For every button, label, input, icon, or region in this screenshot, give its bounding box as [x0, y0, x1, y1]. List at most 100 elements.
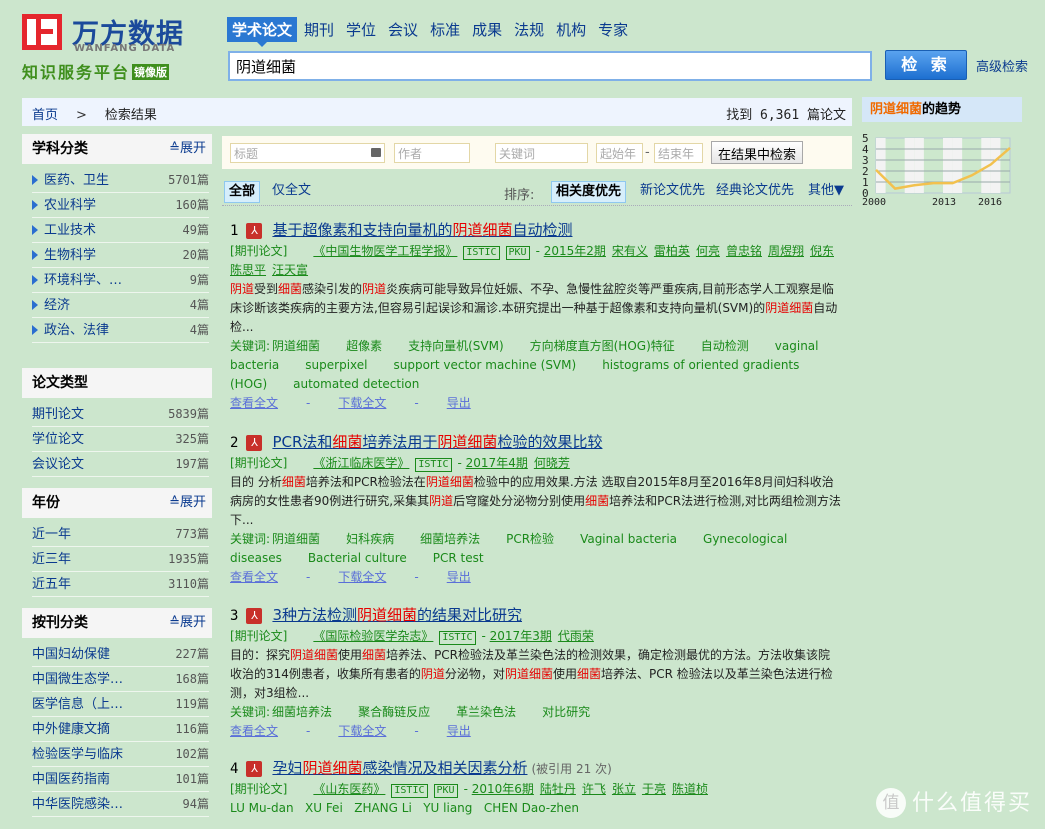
- nav-tab[interactable]: 专家: [593, 17, 633, 42]
- author-link[interactable]: 倪东: [810, 244, 834, 258]
- author-link[interactable]: 何晓芳: [534, 456, 570, 470]
- view-fulltext-link[interactable]: 查看全文: [230, 396, 278, 410]
- facet-item-label[interactable]: 学位论文: [32, 432, 84, 447]
- pdf-icon[interactable]: ⅄: [246, 435, 263, 451]
- facet-item[interactable]: 检验医学与临床 102篇: [32, 742, 209, 767]
- facet-item[interactable]: 近五年 3110篇: [32, 572, 209, 597]
- facet-item-label[interactable]: 近一年: [32, 527, 71, 542]
- keyword-filter-input[interactable]: 关键词: [495, 143, 588, 163]
- sort-newest[interactable]: 新论文优先: [636, 181, 709, 203]
- trend-chart[interactable]: 0123452000 2013 2016: [862, 124, 1022, 214]
- author-link[interactable]: 周煜翔: [768, 244, 804, 258]
- facet-item[interactable]: 近三年 1935篇: [32, 547, 209, 572]
- facet-item-label[interactable]: 近五年: [32, 577, 71, 592]
- keyword[interactable]: PCR test: [433, 551, 484, 565]
- facet-item[interactable]: 中国微生态学… 168篇: [32, 667, 209, 692]
- keyword[interactable]: Bacterial culture: [308, 551, 407, 565]
- nav-tab[interactable]: 标准: [425, 17, 465, 42]
- author-link[interactable]: 许飞: [582, 782, 606, 796]
- keyword[interactable]: 细菌培养法: [272, 705, 332, 719]
- search-button[interactable]: 检 索: [885, 50, 967, 80]
- expand-journal-button[interactable]: ≙展开: [169, 608, 206, 638]
- author-link[interactable]: 陈思平: [230, 263, 266, 277]
- journal-link[interactable]: 《中国生物医学工程学报》: [313, 244, 457, 258]
- download-fulltext-link[interactable]: 下载全文: [338, 396, 386, 410]
- facet-item-label[interactable]: 期刊论文: [32, 407, 84, 422]
- facet-item-label[interactable]: 医学信息（上…: [32, 697, 123, 712]
- facet-item[interactable]: 近一年 773篇: [32, 522, 209, 547]
- facet-item-label[interactable]: 检验医学与临床: [32, 747, 123, 762]
- facet-item-label[interactable]: 中华医院感染…: [32, 797, 123, 812]
- keyword[interactable]: 超像素: [346, 339, 382, 353]
- sort-relevance[interactable]: 相关度优先: [551, 181, 627, 203]
- keyword[interactable]: 对比研究: [542, 705, 590, 719]
- sort-other-dropdown[interactable]: 其他▼: [804, 181, 848, 203]
- keyword[interactable]: 妇科疾病: [346, 532, 394, 546]
- keyword[interactable]: superpixel: [305, 358, 367, 372]
- facet-item[interactable]: 环境科学、… 9篇: [32, 268, 209, 293]
- expand-subject-button[interactable]: ≙展开: [169, 134, 206, 164]
- facet-item-label[interactable]: 生物科学: [44, 248, 96, 263]
- download-fulltext-link[interactable]: 下载全文: [338, 724, 386, 738]
- keyword[interactable]: 方向梯度直方图(HOG)特征: [530, 339, 675, 353]
- tab-fulltext-only[interactable]: 仅全文: [268, 181, 315, 203]
- result-title-link[interactable]: 孕妇阴道细菌感染情况及相关因素分析: [272, 759, 527, 777]
- keyword[interactable]: 阴道细菌: [272, 532, 320, 546]
- keyword[interactable]: 支持向量机(SVM): [408, 339, 504, 353]
- export-link[interactable]: 导出: [447, 570, 471, 584]
- breadcrumb-home[interactable]: 首页: [32, 108, 58, 123]
- nav-tab[interactable]: 学术论文: [227, 17, 298, 47]
- facet-item-label[interactable]: 会议论文: [32, 457, 84, 472]
- search-within-results-button[interactable]: 在结果中检索: [711, 141, 804, 164]
- pdf-icon[interactable]: ⅄: [246, 608, 263, 624]
- author-link[interactable]: 陆牡丹: [540, 782, 576, 796]
- facet-item[interactable]: 期刊论文 5839篇: [32, 402, 209, 427]
- author-link[interactable]: 于亮: [642, 782, 666, 796]
- facet-item[interactable]: 中国妇幼保健 227篇: [32, 642, 209, 667]
- view-fulltext-link[interactable]: 查看全文: [230, 724, 278, 738]
- issue-link[interactable]: 2010年6期: [472, 782, 534, 796]
- advanced-search-link[interactable]: 高级检索: [976, 56, 1028, 75]
- facet-item-label[interactable]: 中外健康文摘: [32, 722, 110, 737]
- view-fulltext-link[interactable]: 查看全文: [230, 570, 278, 584]
- facet-item[interactable]: 医药、卫生 5701篇: [32, 168, 209, 193]
- more-options-icon[interactable]: [371, 148, 381, 157]
- facet-item-label[interactable]: 中国医药指南: [32, 772, 110, 787]
- facet-item-label[interactable]: 环境科学、…: [44, 273, 122, 288]
- journal-link[interactable]: 《国际检验医学杂志》: [313, 629, 433, 643]
- nav-tab[interactable]: 会议: [383, 17, 423, 42]
- keyword[interactable]: automated detection: [293, 377, 419, 391]
- journal-link[interactable]: 《浙江临床医学》: [313, 456, 409, 470]
- result-title-link[interactable]: 3种方法检测阴道细菌的结果对比研究: [272, 606, 522, 624]
- issue-link[interactable]: 2017年3期: [490, 629, 552, 643]
- end-year-input[interactable]: 结束年: [654, 143, 703, 163]
- keyword[interactable]: 阴道细菌: [272, 339, 320, 353]
- facet-item[interactable]: 经济 4篇: [32, 293, 209, 318]
- export-link[interactable]: 导出: [447, 396, 471, 410]
- sort-classic[interactable]: 经典论文优先: [712, 181, 798, 203]
- facet-item-label[interactable]: 农业科学: [44, 198, 96, 213]
- facet-item-label[interactable]: 近三年: [32, 552, 71, 567]
- pdf-icon[interactable]: ⅄: [246, 223, 263, 239]
- nav-tab[interactable]: 机构: [551, 17, 591, 42]
- start-year-input[interactable]: 起始年: [596, 143, 643, 163]
- keyword[interactable]: support vector machine (SVM): [393, 358, 576, 372]
- keyword[interactable]: 革兰染色法: [456, 705, 516, 719]
- nav-tab[interactable]: 成果: [467, 17, 507, 42]
- facet-item[interactable]: 医学信息（上… 119篇: [32, 692, 209, 717]
- author-link[interactable]: 代雨荣: [558, 629, 594, 643]
- facet-item-label[interactable]: 中国妇幼保健: [32, 647, 110, 662]
- author-link[interactable]: 曾忠铭: [726, 244, 762, 258]
- keyword[interactable]: 聚合酶链反应: [358, 705, 430, 719]
- facet-item[interactable]: 中华医院感染… 94篇: [32, 792, 209, 817]
- download-fulltext-link[interactable]: 下载全文: [338, 570, 386, 584]
- search-input[interactable]: [228, 51, 872, 81]
- author-link[interactable]: 宋有义: [612, 244, 648, 258]
- facet-item[interactable]: 中国医药指南 101篇: [32, 767, 209, 792]
- author-filter-input[interactable]: 作者: [394, 143, 470, 163]
- facet-item-label[interactable]: 医药、卫生: [44, 173, 109, 188]
- facet-item[interactable]: 工业技术 49篇: [32, 218, 209, 243]
- result-title-link[interactable]: PCR法和细菌培养法用于阴道细菌检验的效果比较: [272, 433, 602, 451]
- issue-link[interactable]: 2017年4期: [466, 456, 528, 470]
- facet-item[interactable]: 中外健康文摘 116篇: [32, 717, 209, 742]
